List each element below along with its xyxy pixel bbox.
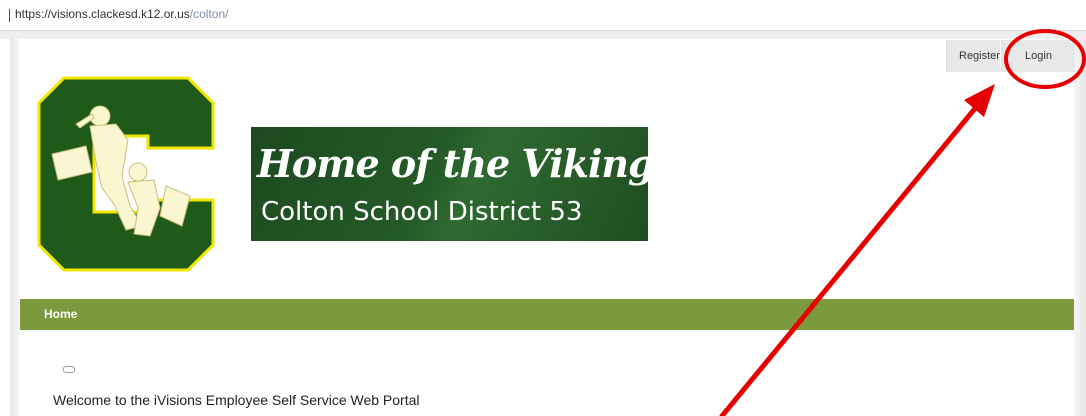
login-button[interactable]: Login (1001, 40, 1075, 72)
menu-item-home[interactable]: Home (44, 307, 77, 321)
address-bar[interactable]: https://visions.clackesd.k12.or.us/colto… (0, 0, 1086, 31)
page-shadow-left (10, 39, 20, 416)
url-scheme: https:// (15, 7, 52, 21)
browser-chrome-divider (0, 31, 1086, 39)
page-shadow-right (1074, 39, 1086, 416)
main-menu-bar: Home (20, 299, 1074, 330)
collapse-toggle-icon[interactable] (63, 366, 75, 373)
url-path: /colton/ (189, 7, 229, 21)
text-cursor (9, 9, 10, 22)
welcome-message: Welcome to the iVisions Employee Self Se… (53, 392, 420, 408)
district-banner: Home of the Vikings Colton School Distri… (251, 127, 675, 241)
banner-district-name: Colton School District 53 (261, 197, 583, 227)
banner-script-title: Home of the Vikings (257, 141, 675, 186)
register-button[interactable]: Register (946, 40, 1000, 72)
url-host: visions.clackesd.k12.or.us (51, 7, 190, 21)
address-url[interactable]: https://visions.clackesd.k12.or.us/colto… (15, 7, 228, 21)
c-logo-icon (37, 76, 215, 272)
